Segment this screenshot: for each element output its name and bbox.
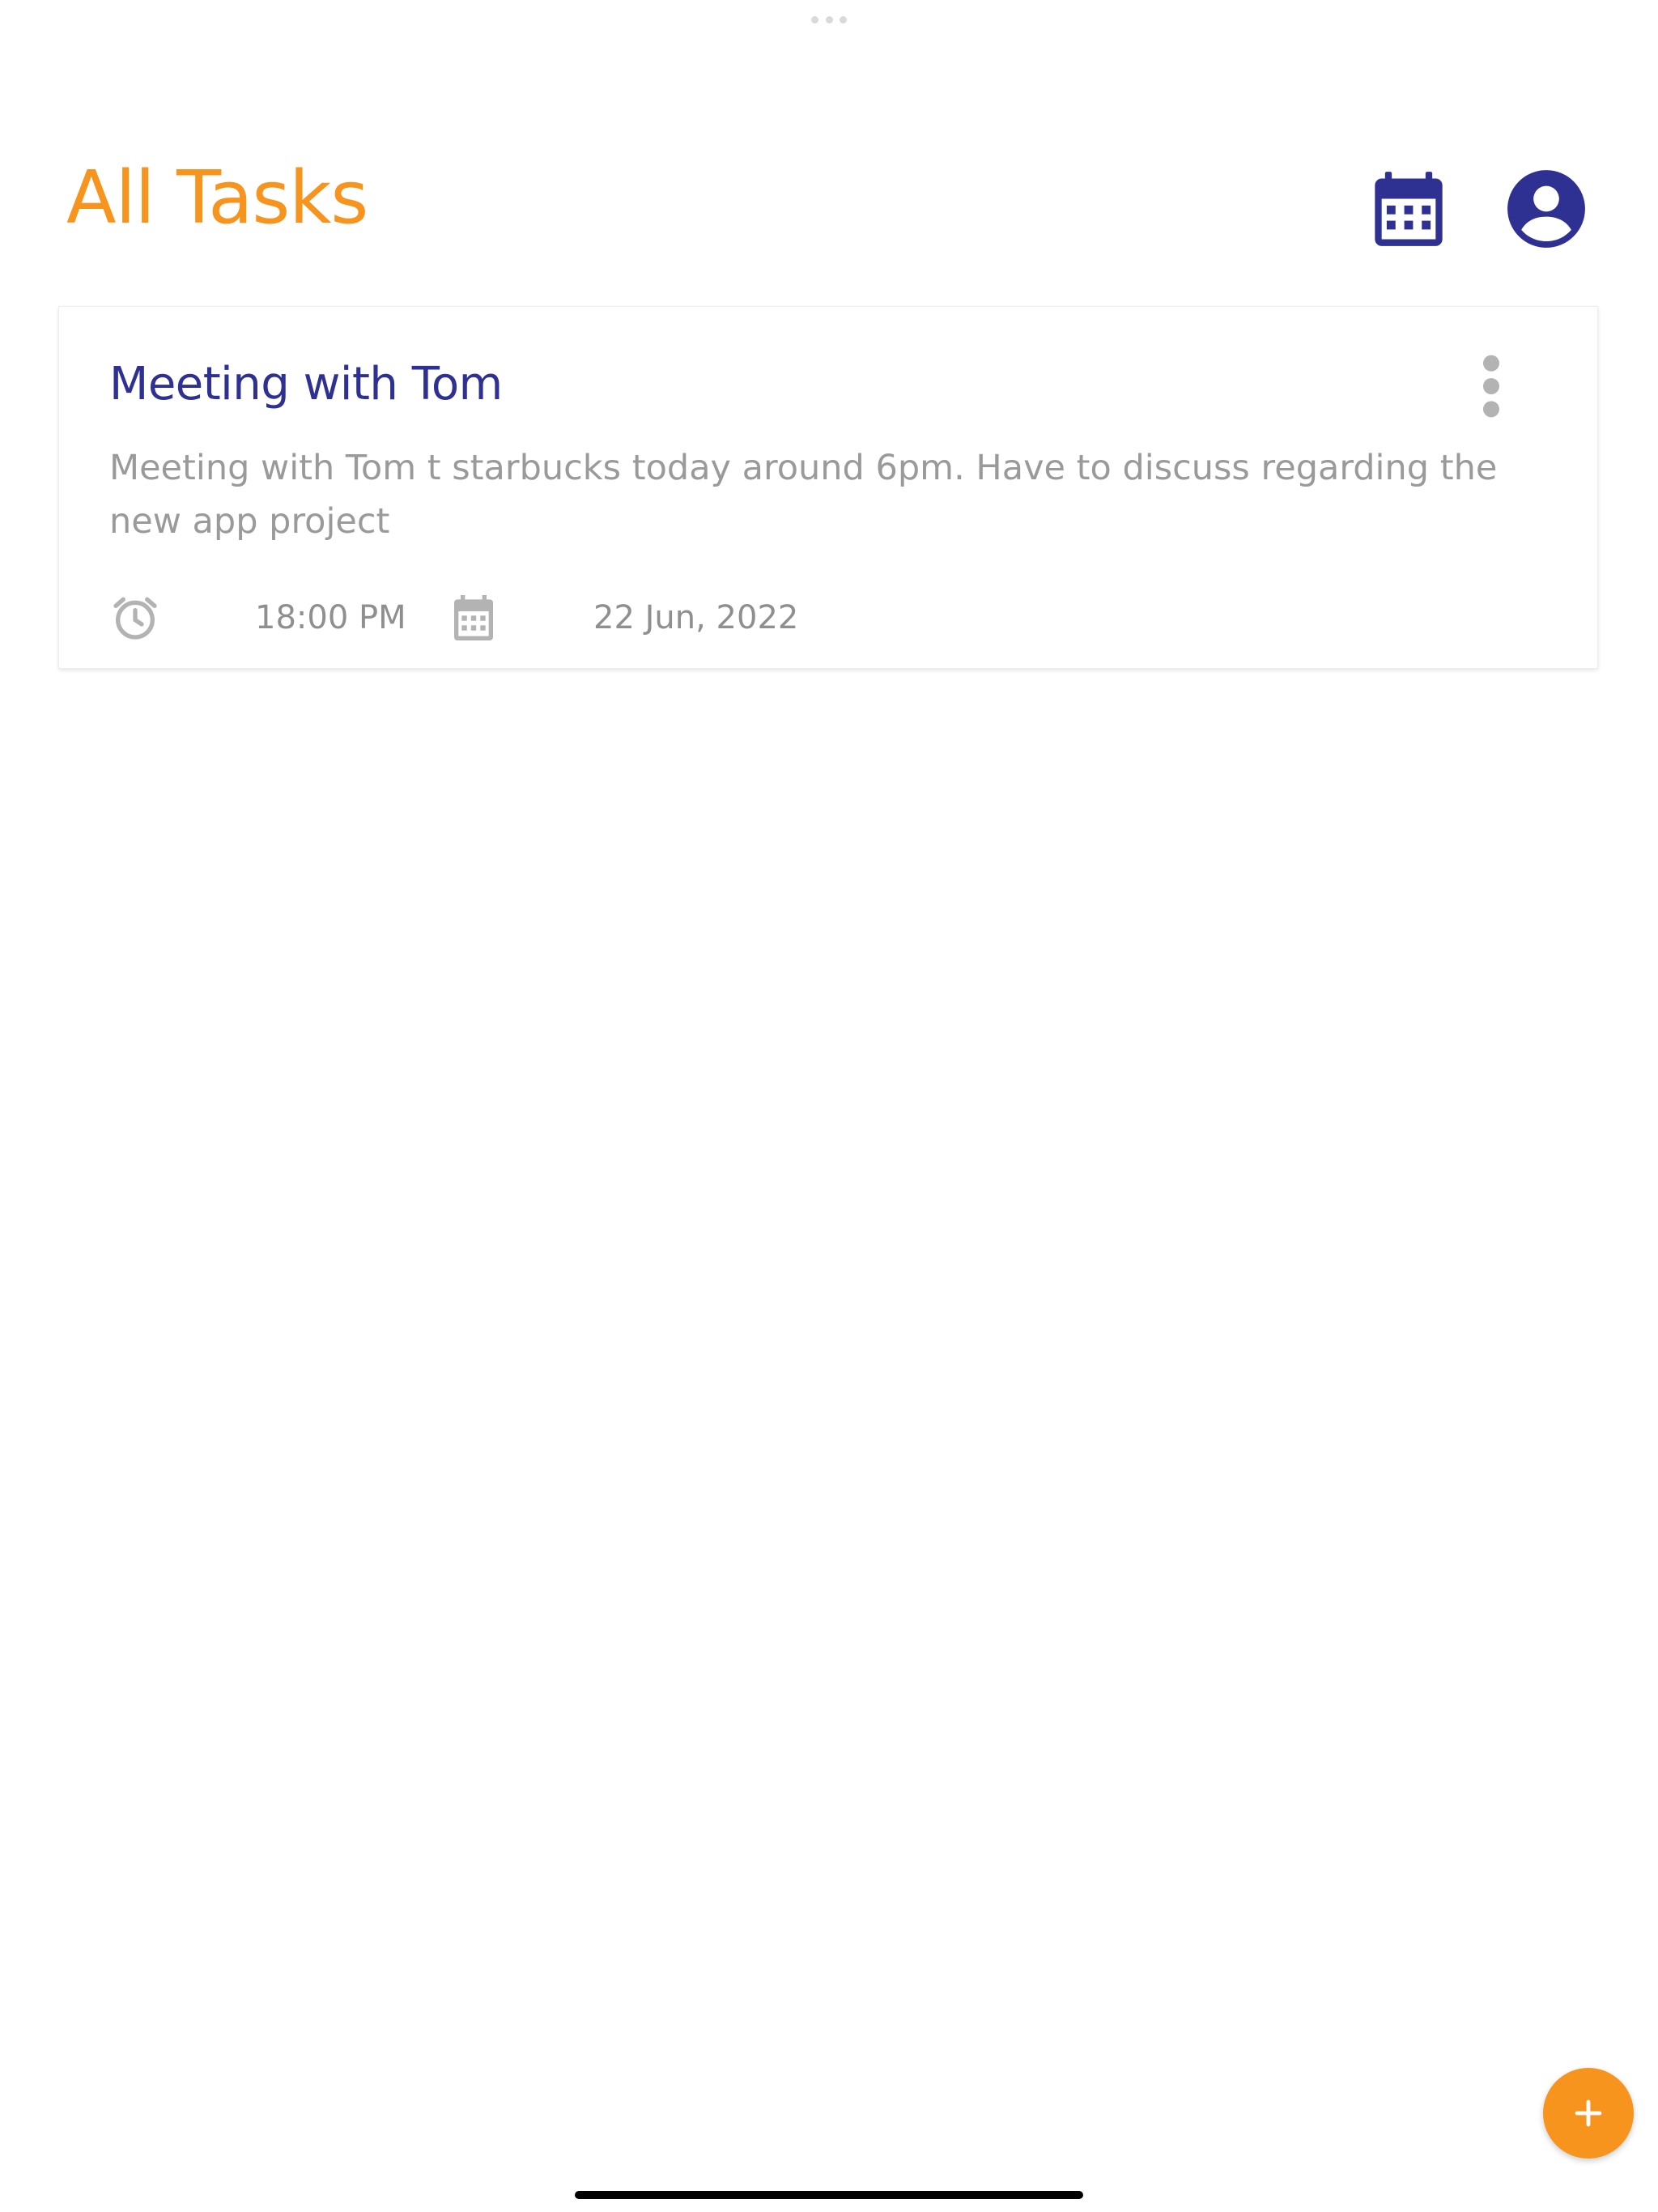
calendar-icon: [1375, 172, 1443, 246]
plus-icon: [1575, 2099, 1602, 2127]
multitasking-handle[interactable]: [811, 16, 847, 24]
more-vertical-icon: [1483, 355, 1499, 418]
add-task-button[interactable]: [1543, 2068, 1634, 2159]
task-menu-button[interactable]: [1477, 354, 1505, 419]
task-description: Meeting with Tom t starbucks today aroun…: [109, 448, 1498, 542]
profile-button[interactable]: [1506, 168, 1587, 249]
handle-dot: [811, 16, 818, 23]
task-time: 18:00 PM: [255, 599, 406, 636]
handle-dot: [840, 16, 847, 23]
app-screen: All Tasks Meeting with Tom Meeting with …: [0, 0, 1658, 2212]
home-indicator[interactable]: [575, 2191, 1083, 2199]
page-title: All Tasks: [66, 155, 368, 240]
alarm-icon: [109, 592, 161, 644]
account-circle-icon: [1507, 170, 1585, 248]
task-date: 22 Jun, 2022: [593, 599, 799, 636]
calendar-icon: [448, 592, 500, 644]
calendar-button[interactable]: [1368, 168, 1449, 249]
handle-dot: [825, 16, 833, 23]
task-card[interactable]: Meeting with Tom Meeting with Tom t star…: [58, 306, 1598, 669]
task-meta: 18:00 PM 22 Jun, 2022: [109, 592, 1486, 644]
task-title: Meeting with Tom: [109, 358, 503, 410]
